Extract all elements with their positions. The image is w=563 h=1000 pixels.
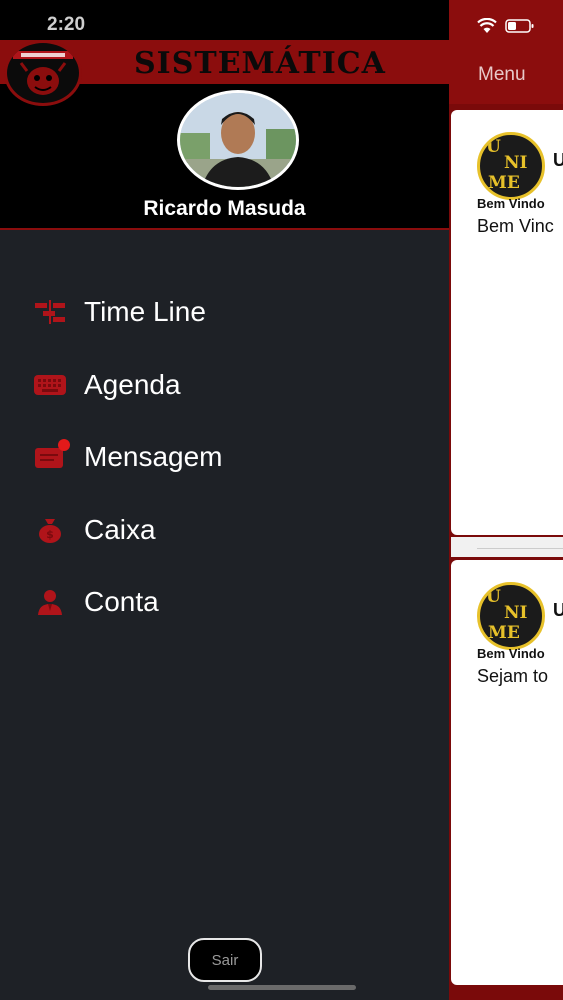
timeline-icon [30, 292, 70, 332]
nav-item-timeline[interactable]: Time Line [30, 287, 206, 337]
drawer-header: 2:20 SISTEMÁTICA Ricardo Masuda [0, 0, 449, 230]
status-time: 2:20 [47, 14, 86, 35]
logout-button[interactable]: Sair [188, 938, 262, 982]
post-body: Bem Vinc [477, 216, 554, 236]
brand-logo [4, 40, 82, 106]
post-card[interactable]: Ü NI ME U Bem Vindo Bem Vinc [451, 110, 563, 535]
post-card[interactable]: Ü NI ME U Bem Vindo Sejam to [451, 560, 563, 985]
post-body: Sejam to [477, 666, 549, 686]
unime-logo: Ü NI ME [477, 582, 545, 650]
battery-icon [505, 18, 535, 39]
unime-logo: Ü NI ME [477, 132, 545, 200]
nav-item-mensagem[interactable]: Mensagem [30, 432, 223, 482]
status-icons [477, 17, 535, 39]
post-subtitle: Bem Vindo [477, 196, 545, 211]
brand-title: SISTEMÁTICA [134, 46, 386, 81]
user-name: Ricardo Masuda [143, 197, 306, 220]
post-author: U [553, 150, 563, 170]
nav-label: Agenda [84, 369, 181, 400]
nav-item-agenda[interactable]: Agenda [30, 360, 181, 410]
notification-badge [58, 439, 70, 451]
money-bag-icon: $ [30, 510, 70, 550]
main-header: Menu [449, 0, 563, 104]
nav-label: Time Line [84, 296, 206, 327]
keyboard-icon [30, 365, 70, 405]
svg-text:$: $ [46, 528, 54, 541]
post-divider [451, 537, 563, 557]
nav-label: Conta [84, 586, 159, 617]
avatar[interactable] [177, 90, 299, 190]
message-icon [30, 437, 70, 477]
nav-item-conta[interactable]: Conta [30, 577, 159, 627]
menu-button[interactable]: Menu [478, 64, 526, 86]
nav-item-caixa[interactable]: $ Caixa [30, 505, 156, 555]
main-content: Menu Ü NI ME U Bem Vindo Bem Vinc Ü NI M… [449, 0, 563, 1000]
nav-label: Caixa [84, 514, 156, 545]
wifi-icon [477, 17, 497, 39]
account-icon [30, 582, 70, 622]
nav-label: Mensagem [84, 441, 223, 472]
post-author: U [553, 600, 563, 620]
home-indicator [208, 985, 356, 990]
side-drawer: 2:20 SISTEMÁTICA Ricardo Masuda Time Lin… [0, 0, 449, 1000]
post-subtitle: Bem Vindo [477, 646, 545, 661]
